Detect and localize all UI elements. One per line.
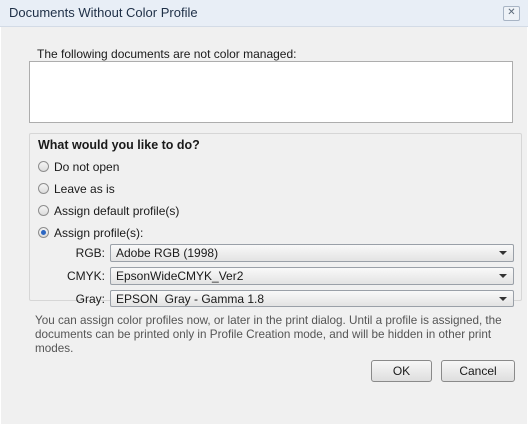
close-icon: ✕: [507, 7, 516, 18]
gray-profile-value: EPSON Gray - Gamma 1.8: [116, 292, 265, 306]
cmyk-profile-select[interactable]: EpsonWideCMYK_Ver2: [110, 267, 514, 285]
radio-indicator[interactable]: [38, 161, 49, 173]
radio-label: Do not open: [54, 159, 120, 174]
gray-profile-select[interactable]: EPSON Gray - Gamma 1.8: [110, 290, 514, 307]
info-text: You can assign color profiles now, or la…: [35, 314, 502, 355]
chevron-down-icon: [499, 274, 507, 278]
title-bar: Documents Without Color Profile ✕: [0, 0, 528, 27]
radio-assign-profiles[interactable]: Assign profile(s):: [38, 224, 143, 240]
rgb-profile-select[interactable]: Adobe RGB (1998): [110, 244, 514, 262]
radio-do-not-open[interactable]: Do not open: [38, 158, 119, 174]
chevron-down-icon: [499, 297, 507, 301]
radio-label: Leave as is: [54, 181, 115, 196]
radio-assign-default-profiles[interactable]: Assign default profile(s): [38, 202, 179, 218]
radio-indicator-selected[interactable]: [38, 227, 49, 239]
cmyk-label: CMYK:: [66, 269, 105, 283]
options-heading: What would you like to do?: [38, 138, 200, 152]
radio-indicator[interactable]: [38, 183, 49, 195]
cancel-button[interactable]: Cancel: [441, 360, 515, 382]
radio-label: Assign default profile(s): [54, 203, 180, 218]
rgb-label: RGB:: [75, 246, 105, 260]
dialog-body: The following documents are not color ma…: [1, 27, 527, 424]
gray-label: Gray:: [75, 292, 105, 306]
rgb-profile-value: Adobe RGB (1998): [116, 246, 219, 260]
documents-list[interactable]: [29, 61, 513, 123]
radio-indicator[interactable]: [38, 205, 49, 217]
documents-caption: The following documents are not color ma…: [37, 47, 297, 61]
radio-leave-as-is[interactable]: Leave as is: [38, 180, 115, 196]
close-button[interactable]: ✕: [503, 6, 520, 21]
options-group: What would you like to do? Do not open L…: [29, 133, 522, 307]
chevron-down-icon: [499, 251, 507, 255]
window-title: Documents Without Color Profile: [9, 5, 198, 20]
cmyk-profile-value: EpsonWideCMYK_Ver2: [116, 269, 244, 283]
radio-label: Assign profile(s):: [54, 225, 144, 240]
ok-button[interactable]: OK: [371, 360, 432, 382]
